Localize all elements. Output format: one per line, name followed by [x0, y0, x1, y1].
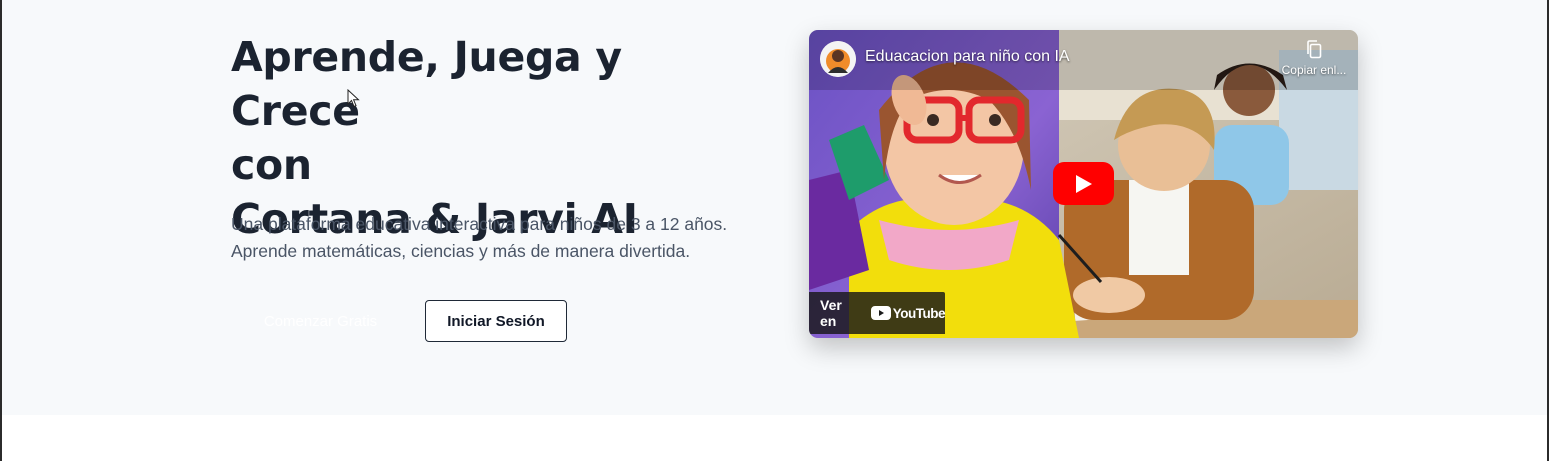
youtube-play-logo-icon: [870, 306, 891, 320]
copy-link-button[interactable]: Copiar enl...: [1279, 40, 1349, 77]
play-button[interactable]: [1053, 162, 1114, 205]
hero-subtitle: Una plataforma educativa interactiva par…: [231, 211, 771, 265]
copy-link-label: Copiar enl...: [1281, 63, 1347, 77]
mouse-pointer-icon: [347, 89, 360, 108]
youtube-logo: YouTube: [870, 305, 946, 321]
hero-section: Aprende, Juega y Crece con Cortana & Jar…: [2, 0, 1547, 415]
play-icon: [1075, 174, 1092, 193]
subtitle-line-2: Aprende matemáticas, ciencias y más de m…: [231, 241, 691, 261]
subtitle-line-1: Una plataforma educativa interactiva par…: [231, 214, 728, 234]
login-button[interactable]: Iniciar Sesión: [425, 300, 567, 342]
youtube-video-embed[interactable]: Eduacacion para niño con IA Copiar enl..…: [809, 30, 1358, 338]
headline-line-2: con: [231, 141, 312, 189]
channel-avatar[interactable]: [820, 41, 856, 77]
copy-icon: [1307, 40, 1322, 59]
start-free-button[interactable]: Comenzar Gratis: [238, 300, 403, 342]
avatar-icon: [820, 41, 856, 77]
headline-line-1: Aprende, Juega y Crece: [231, 33, 622, 135]
watch-on-youtube-button[interactable]: Ver en YouTube: [809, 292, 946, 334]
video-title[interactable]: Eduacacion para niño con IA: [865, 48, 1070, 66]
watch-on-label: Ver en: [820, 297, 842, 329]
youtube-wordmark: YouTube: [892, 305, 946, 321]
